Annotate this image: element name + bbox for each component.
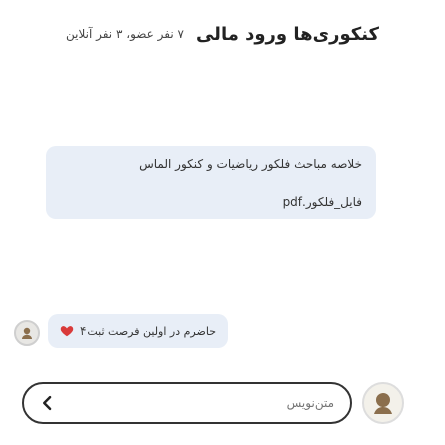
message-bubble: ۴ حاضرم در اولین فرصت ثبت [48, 314, 228, 348]
chat-area: خلاصه مباحث فلکور ریاضیات و کنکور الماس … [0, 76, 445, 376]
bot-avatar-icon[interactable] [362, 382, 404, 424]
message-composer [22, 382, 352, 424]
attachment-file: فایل_فلکور.pdf [282, 194, 362, 209]
page-title: کنکوری‌ها ورود مالی [195, 23, 380, 45]
user-avatar-icon[interactable] [14, 320, 40, 346]
member-status: ۷ نفر عضو، ۳ نفر آنلاین [65, 27, 184, 41]
message-input[interactable] [112, 395, 336, 411]
chat-header: کنکوری‌ها ورود مالی ۷ نفر عضو، ۳ نفر آنل… [0, 12, 445, 56]
message-text: حاضرم در اولین فرصت ثبت [87, 324, 216, 338]
like-count: ۴ [80, 324, 87, 338]
message-text: خلاصه مباحث فلکور ریاضیات و کنکور الماس [139, 157, 362, 171]
send-button[interactable] [38, 393, 58, 413]
like-button[interactable]: ۴ [60, 324, 86, 338]
heart-icon [60, 326, 74, 337]
send-arrow-icon [43, 395, 52, 411]
message-bubble: خلاصه مباحث فلکور ریاضیات و کنکور الماس … [46, 146, 376, 219]
